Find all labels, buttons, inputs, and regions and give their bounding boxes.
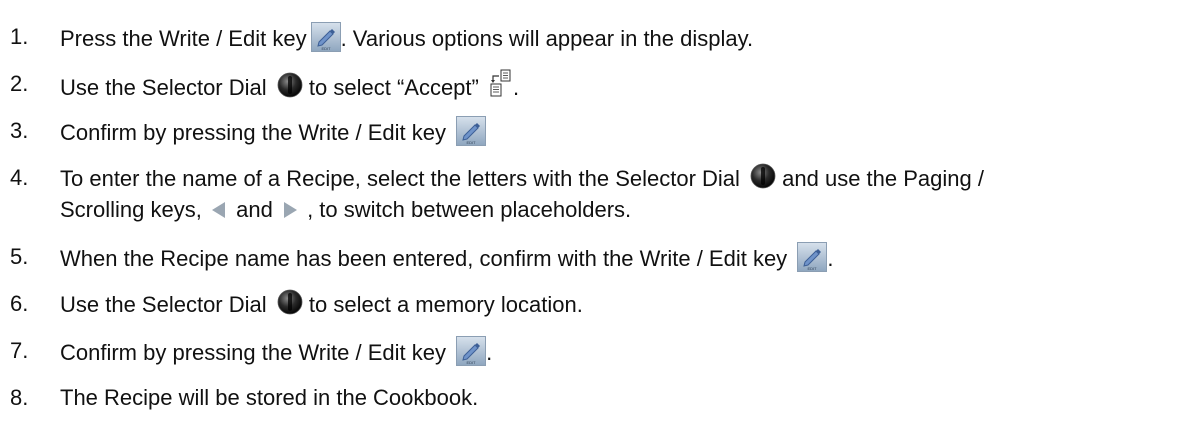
right-triangle-arrow-icon — [281, 200, 299, 220]
step-number: 1. — [10, 24, 29, 49]
step-text-continued: Scrolling keys, and , to switch between … — [60, 197, 632, 222]
pencil-edit-key-icon — [311, 22, 341, 52]
step-text: Press the Write / Edit key. Various opti… — [60, 22, 753, 54]
step-number: 8. — [10, 385, 29, 410]
step-text: Confirm by pressing the Write / Edit key… — [60, 336, 492, 368]
step-text: To enter the name of a Recipe, select th… — [60, 163, 984, 194]
pencil-edit-key-icon — [456, 336, 486, 366]
selector-dial-icon — [277, 72, 303, 98]
step-text: The Recipe will be stored in the Cookboo… — [60, 385, 479, 410]
step-number: 6. — [10, 291, 29, 316]
pencil-edit-key-icon — [797, 242, 827, 272]
left-triangle-arrow-icon — [210, 200, 228, 220]
step-number: 2. — [10, 71, 29, 96]
step-text: Confirm by pressing the Write / Edit key — [60, 116, 486, 148]
step-text: Use the Selector Dial to select a memory… — [60, 289, 583, 320]
step-number: 5. — [10, 244, 29, 269]
selector-dial-icon — [277, 289, 303, 315]
pencil-edit-key-icon — [456, 116, 486, 146]
step-text: When the Recipe name has been entered, c… — [60, 242, 833, 274]
instruction-list: 1. Press the Write / Edit key. Various o… — [0, 0, 1180, 429]
selector-dial-icon — [750, 163, 776, 189]
step-number: 3. — [10, 118, 29, 143]
step-number: 4. — [10, 165, 29, 190]
step-text: Use the Selector Dial to select “Accept”… — [60, 69, 519, 103]
step-number: 7. — [10, 338, 29, 363]
accept-document-icon — [489, 69, 513, 97]
